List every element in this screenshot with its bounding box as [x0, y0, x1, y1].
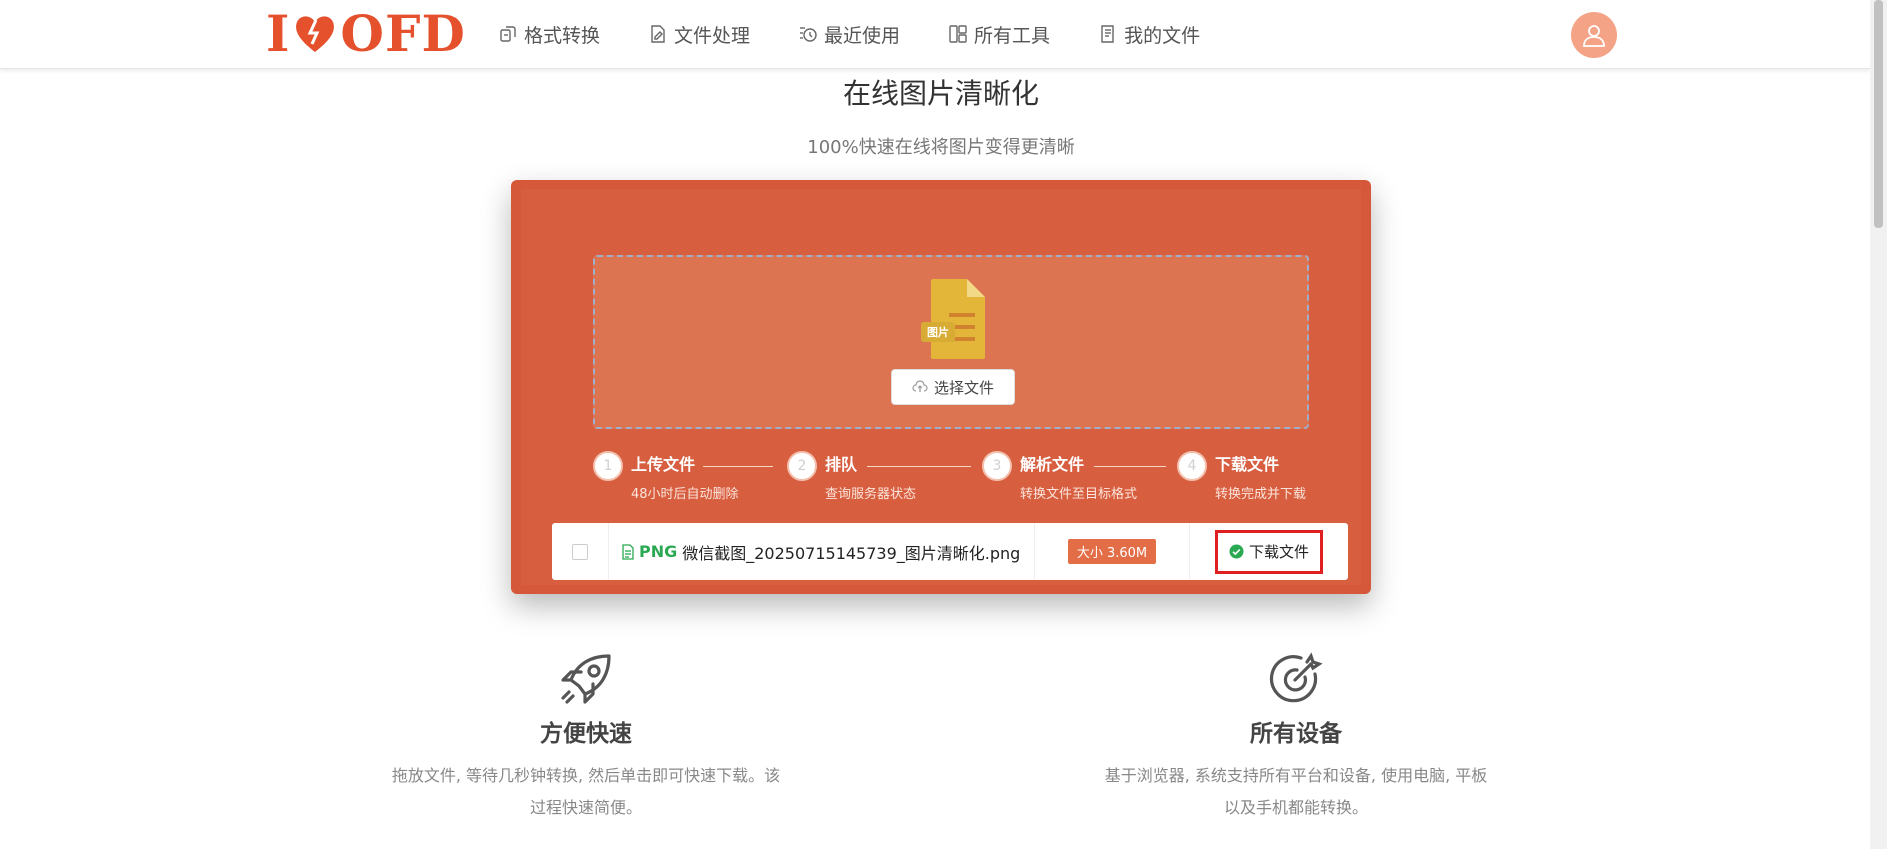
nav-format-convert[interactable]: 格式转换	[498, 20, 600, 48]
main-nav: 格式转换 文件处理 最近使用 所有工具 我的文件	[498, 20, 1248, 48]
nav-label: 最近使用	[824, 24, 901, 47]
feature-title: 方便快速	[540, 721, 632, 747]
tool-panel-inner: 图片 选择文件 1 上传文件 48小时后自动删除 2 排队 查询服务器状态 3 …	[521, 189, 1361, 585]
file-edit-icon	[651, 25, 665, 43]
nav-recent[interactable]: 最近使用	[798, 20, 900, 48]
file-size-cell: 大小 3.60M	[1035, 523, 1190, 580]
cloud-upload-icon	[912, 380, 928, 392]
check-circle-icon	[1229, 544, 1244, 559]
top-header: I OFD 格式转换 文件处理 最近使用 所有工具 我的文件	[0, 0, 1870, 69]
step-number: 2	[787, 451, 817, 481]
grid-icon	[949, 25, 967, 43]
page-title: 在线图片清晰化	[842, 77, 1039, 110]
file-name-cell: PNG 微信截图_20250715145739_图片清晰化.png	[609, 523, 1035, 580]
nav-label: 格式转换	[524, 24, 601, 47]
file-icon-label: 图片	[927, 325, 949, 339]
step-title: 解析文件	[1020, 455, 1085, 474]
step-connector	[1094, 466, 1166, 467]
download-cell: 下载文件	[1190, 523, 1348, 580]
step-desc: 转换文件至目标格式	[1020, 487, 1138, 502]
nav-label: 所有工具	[974, 24, 1051, 47]
file-size-badge: 大小 3.60M	[1067, 539, 1157, 564]
step-download: 4 下载文件 转换完成并下载	[1177, 451, 1367, 511]
recent-icon	[800, 27, 817, 42]
choose-file-button[interactable]: 选择文件	[891, 369, 1015, 405]
step-connector	[703, 466, 773, 467]
logo[interactable]: I OFD	[266, 4, 466, 63]
step-number: 3	[982, 451, 1012, 481]
upload-dropzone[interactable]: 图片 选择文件	[593, 255, 1309, 429]
scrollbar-thumb[interactable]	[1874, 0, 1883, 228]
file-name: 微信截图_20250715145739_图片清晰化.png	[682, 543, 1021, 563]
image-file-icon: 图片	[921, 279, 985, 359]
step-parse: 3 解析文件 转换文件至目标格式	[982, 451, 1172, 511]
step-upload: 1 上传文件 48小时后自动删除	[593, 451, 783, 511]
my-files-icon	[1101, 25, 1114, 43]
step-number: 4	[1177, 451, 1207, 481]
feature-all-devices: 所有设备 基于浏览器, 系统支持所有平台和设备, 使用电脑, 平板以及手机都能转…	[1066, 650, 1526, 824]
choose-file-label: 选择文件	[933, 378, 994, 397]
heart-icon	[296, 16, 335, 52]
convert-icon	[500, 26, 516, 42]
step-desc: 查询服务器状态	[825, 487, 917, 502]
download-label: 下载文件	[1248, 543, 1309, 561]
feature-fast: 方便快速 拖放文件, 等待几秒钟转换, 然后单击即可快速下载。该过程快速简便。	[356, 650, 816, 824]
step-title: 下载文件	[1215, 455, 1280, 474]
nav-my-files[interactable]: 我的文件	[1098, 20, 1200, 48]
logo-text-ofd: OFD	[340, 3, 466, 63]
file-list-row: PNG 微信截图_20250715145739_图片清晰化.png 大小 3.6…	[552, 523, 1348, 580]
target-icon	[1269, 652, 1323, 703]
step-queue: 2 排队 查询服务器状态	[787, 451, 977, 511]
row-select-cell	[552, 523, 609, 580]
tool-panel: 图片 选择文件 1 上传文件 48小时后自动删除 2 排队 查询服务器状态 3 …	[511, 180, 1371, 594]
user-icon	[1583, 25, 1605, 47]
step-title: 排队	[825, 455, 858, 474]
progress-steps: 1 上传文件 48小时后自动删除 2 排队 查询服务器状态 3 解析文件 转换文…	[593, 451, 1306, 511]
logo-letter-i: I	[266, 3, 291, 63]
nav-label: 我的文件	[1124, 24, 1201, 47]
feature-desc: 基于浏览器, 系统支持所有平台和设备, 使用电脑, 平板以及手机都能转换。	[1104, 766, 1488, 817]
feature-desc: 拖放文件, 等待几秒钟转换, 然后单击即可快速下载。该过程快速简便。	[391, 766, 781, 817]
step-number: 1	[593, 451, 623, 481]
file-document-icon	[622, 543, 634, 560]
step-title: 上传文件	[631, 455, 696, 474]
nav-all-tools[interactable]: 所有工具	[948, 20, 1050, 48]
step-desc: 转换完成并下载	[1215, 487, 1307, 502]
page-scrollbar[interactable]	[1870, 0, 1887, 849]
step-desc: 48小时后自动删除	[631, 487, 739, 502]
download-file-button[interactable]: 下载文件	[1215, 529, 1323, 574]
feature-title: 所有设备	[1250, 721, 1342, 747]
user-avatar[interactable]	[1571, 12, 1617, 58]
page-subtitle: 100%快速在线将图片变得更清晰	[807, 137, 1075, 158]
nav-label: 文件处理	[674, 24, 751, 47]
step-connector	[867, 466, 971, 467]
file-extension: PNG	[639, 542, 678, 561]
rocket-icon	[561, 654, 611, 704]
nav-file-process[interactable]: 文件处理	[648, 20, 750, 48]
row-checkbox[interactable]	[572, 543, 588, 560]
